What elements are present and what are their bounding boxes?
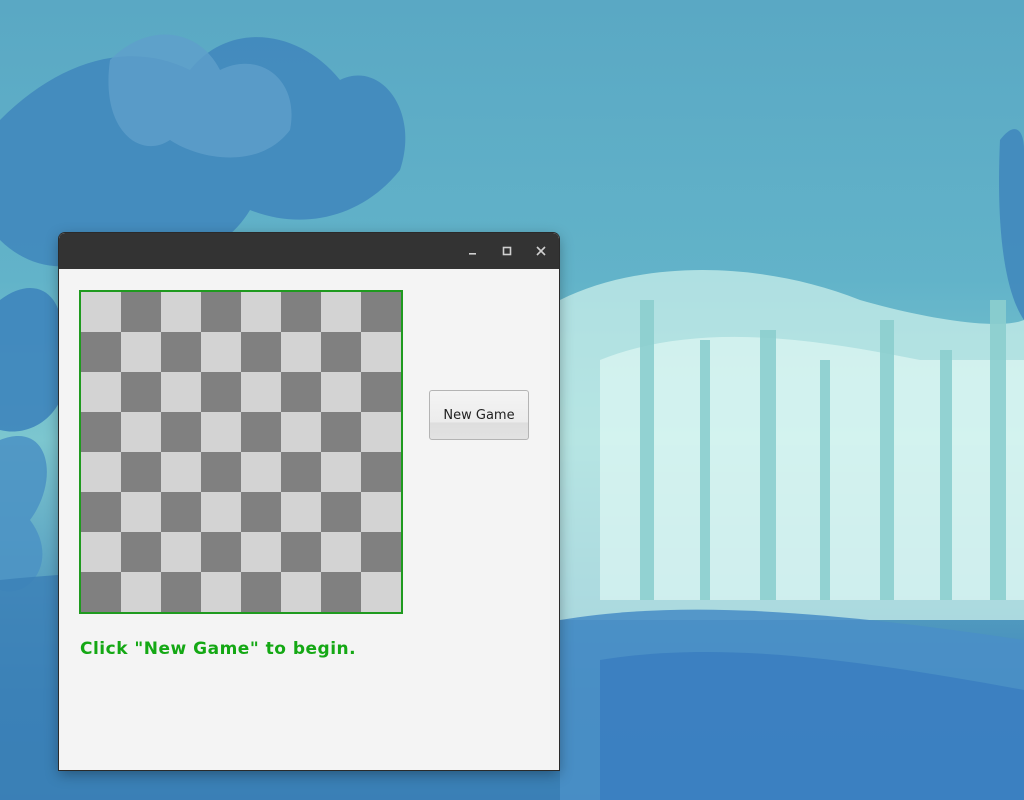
board-square[interactable] bbox=[361, 532, 401, 572]
board-square[interactable] bbox=[161, 332, 201, 372]
board-square[interactable] bbox=[241, 572, 281, 612]
board-square[interactable] bbox=[361, 372, 401, 412]
board-square[interactable] bbox=[81, 452, 121, 492]
board-square[interactable] bbox=[81, 332, 121, 372]
board-square[interactable] bbox=[201, 332, 241, 372]
window-titlebar[interactable] bbox=[59, 233, 559, 269]
board-square[interactable] bbox=[161, 572, 201, 612]
board-square[interactable] bbox=[81, 572, 121, 612]
board-square[interactable] bbox=[121, 412, 161, 452]
board-square[interactable] bbox=[161, 372, 201, 412]
board-square[interactable] bbox=[201, 372, 241, 412]
board-square[interactable] bbox=[241, 452, 281, 492]
board-square[interactable] bbox=[201, 292, 241, 332]
board-square[interactable] bbox=[281, 332, 321, 372]
board-square[interactable] bbox=[121, 452, 161, 492]
board-square[interactable] bbox=[161, 452, 201, 492]
status-message: Click "New Game" to begin. bbox=[80, 639, 357, 659]
board-square[interactable] bbox=[321, 492, 361, 532]
board-square[interactable] bbox=[321, 412, 361, 452]
board-square[interactable] bbox=[81, 412, 121, 452]
board-square[interactable] bbox=[321, 332, 361, 372]
board-square[interactable] bbox=[241, 372, 281, 412]
board-square[interactable] bbox=[201, 452, 241, 492]
board-square[interactable] bbox=[161, 492, 201, 532]
board-square[interactable] bbox=[161, 292, 201, 332]
board-square[interactable] bbox=[121, 332, 161, 372]
board-square[interactable] bbox=[361, 492, 401, 532]
board-square[interactable] bbox=[281, 412, 321, 452]
board-square[interactable] bbox=[121, 372, 161, 412]
board-square[interactable] bbox=[201, 572, 241, 612]
board-square[interactable] bbox=[321, 532, 361, 572]
board-square[interactable] bbox=[321, 572, 361, 612]
board-square[interactable] bbox=[321, 372, 361, 412]
checkerboard[interactable] bbox=[79, 290, 403, 614]
board-square[interactable] bbox=[361, 412, 401, 452]
new-game-button[interactable]: New Game bbox=[429, 390, 529, 440]
board-square[interactable] bbox=[361, 292, 401, 332]
board-square[interactable] bbox=[321, 292, 361, 332]
board-square[interactable] bbox=[281, 492, 321, 532]
maximize-icon[interactable] bbox=[497, 241, 517, 261]
board-square[interactable] bbox=[81, 292, 121, 332]
board-square[interactable] bbox=[281, 452, 321, 492]
board-square[interactable] bbox=[81, 532, 121, 572]
board-square[interactable] bbox=[241, 332, 281, 372]
board-square[interactable] bbox=[241, 532, 281, 572]
board-square[interactable] bbox=[201, 492, 241, 532]
board-square[interactable] bbox=[281, 572, 321, 612]
board-square[interactable] bbox=[241, 492, 281, 532]
window-content: New Game Click "New Game" to begin. bbox=[59, 269, 559, 770]
board-square[interactable] bbox=[81, 372, 121, 412]
board-square[interactable] bbox=[121, 532, 161, 572]
board-square[interactable] bbox=[81, 492, 121, 532]
board-square[interactable] bbox=[121, 572, 161, 612]
board-square[interactable] bbox=[281, 372, 321, 412]
board-square[interactable] bbox=[161, 532, 201, 572]
board-square[interactable] bbox=[361, 452, 401, 492]
board-square[interactable] bbox=[281, 292, 321, 332]
minimize-icon[interactable] bbox=[463, 241, 483, 261]
board-square[interactable] bbox=[241, 412, 281, 452]
close-icon[interactable] bbox=[531, 241, 551, 261]
board-square[interactable] bbox=[241, 292, 281, 332]
board-square[interactable] bbox=[321, 452, 361, 492]
app-window: New Game Click "New Game" to begin. bbox=[59, 233, 559, 770]
board-square[interactable] bbox=[201, 532, 241, 572]
board-square[interactable] bbox=[201, 412, 241, 452]
board-square[interactable] bbox=[121, 292, 161, 332]
board-square[interactable] bbox=[361, 572, 401, 612]
board-square[interactable] bbox=[121, 492, 161, 532]
board-square[interactable] bbox=[361, 332, 401, 372]
board-square[interactable] bbox=[161, 412, 201, 452]
board-square[interactable] bbox=[281, 532, 321, 572]
